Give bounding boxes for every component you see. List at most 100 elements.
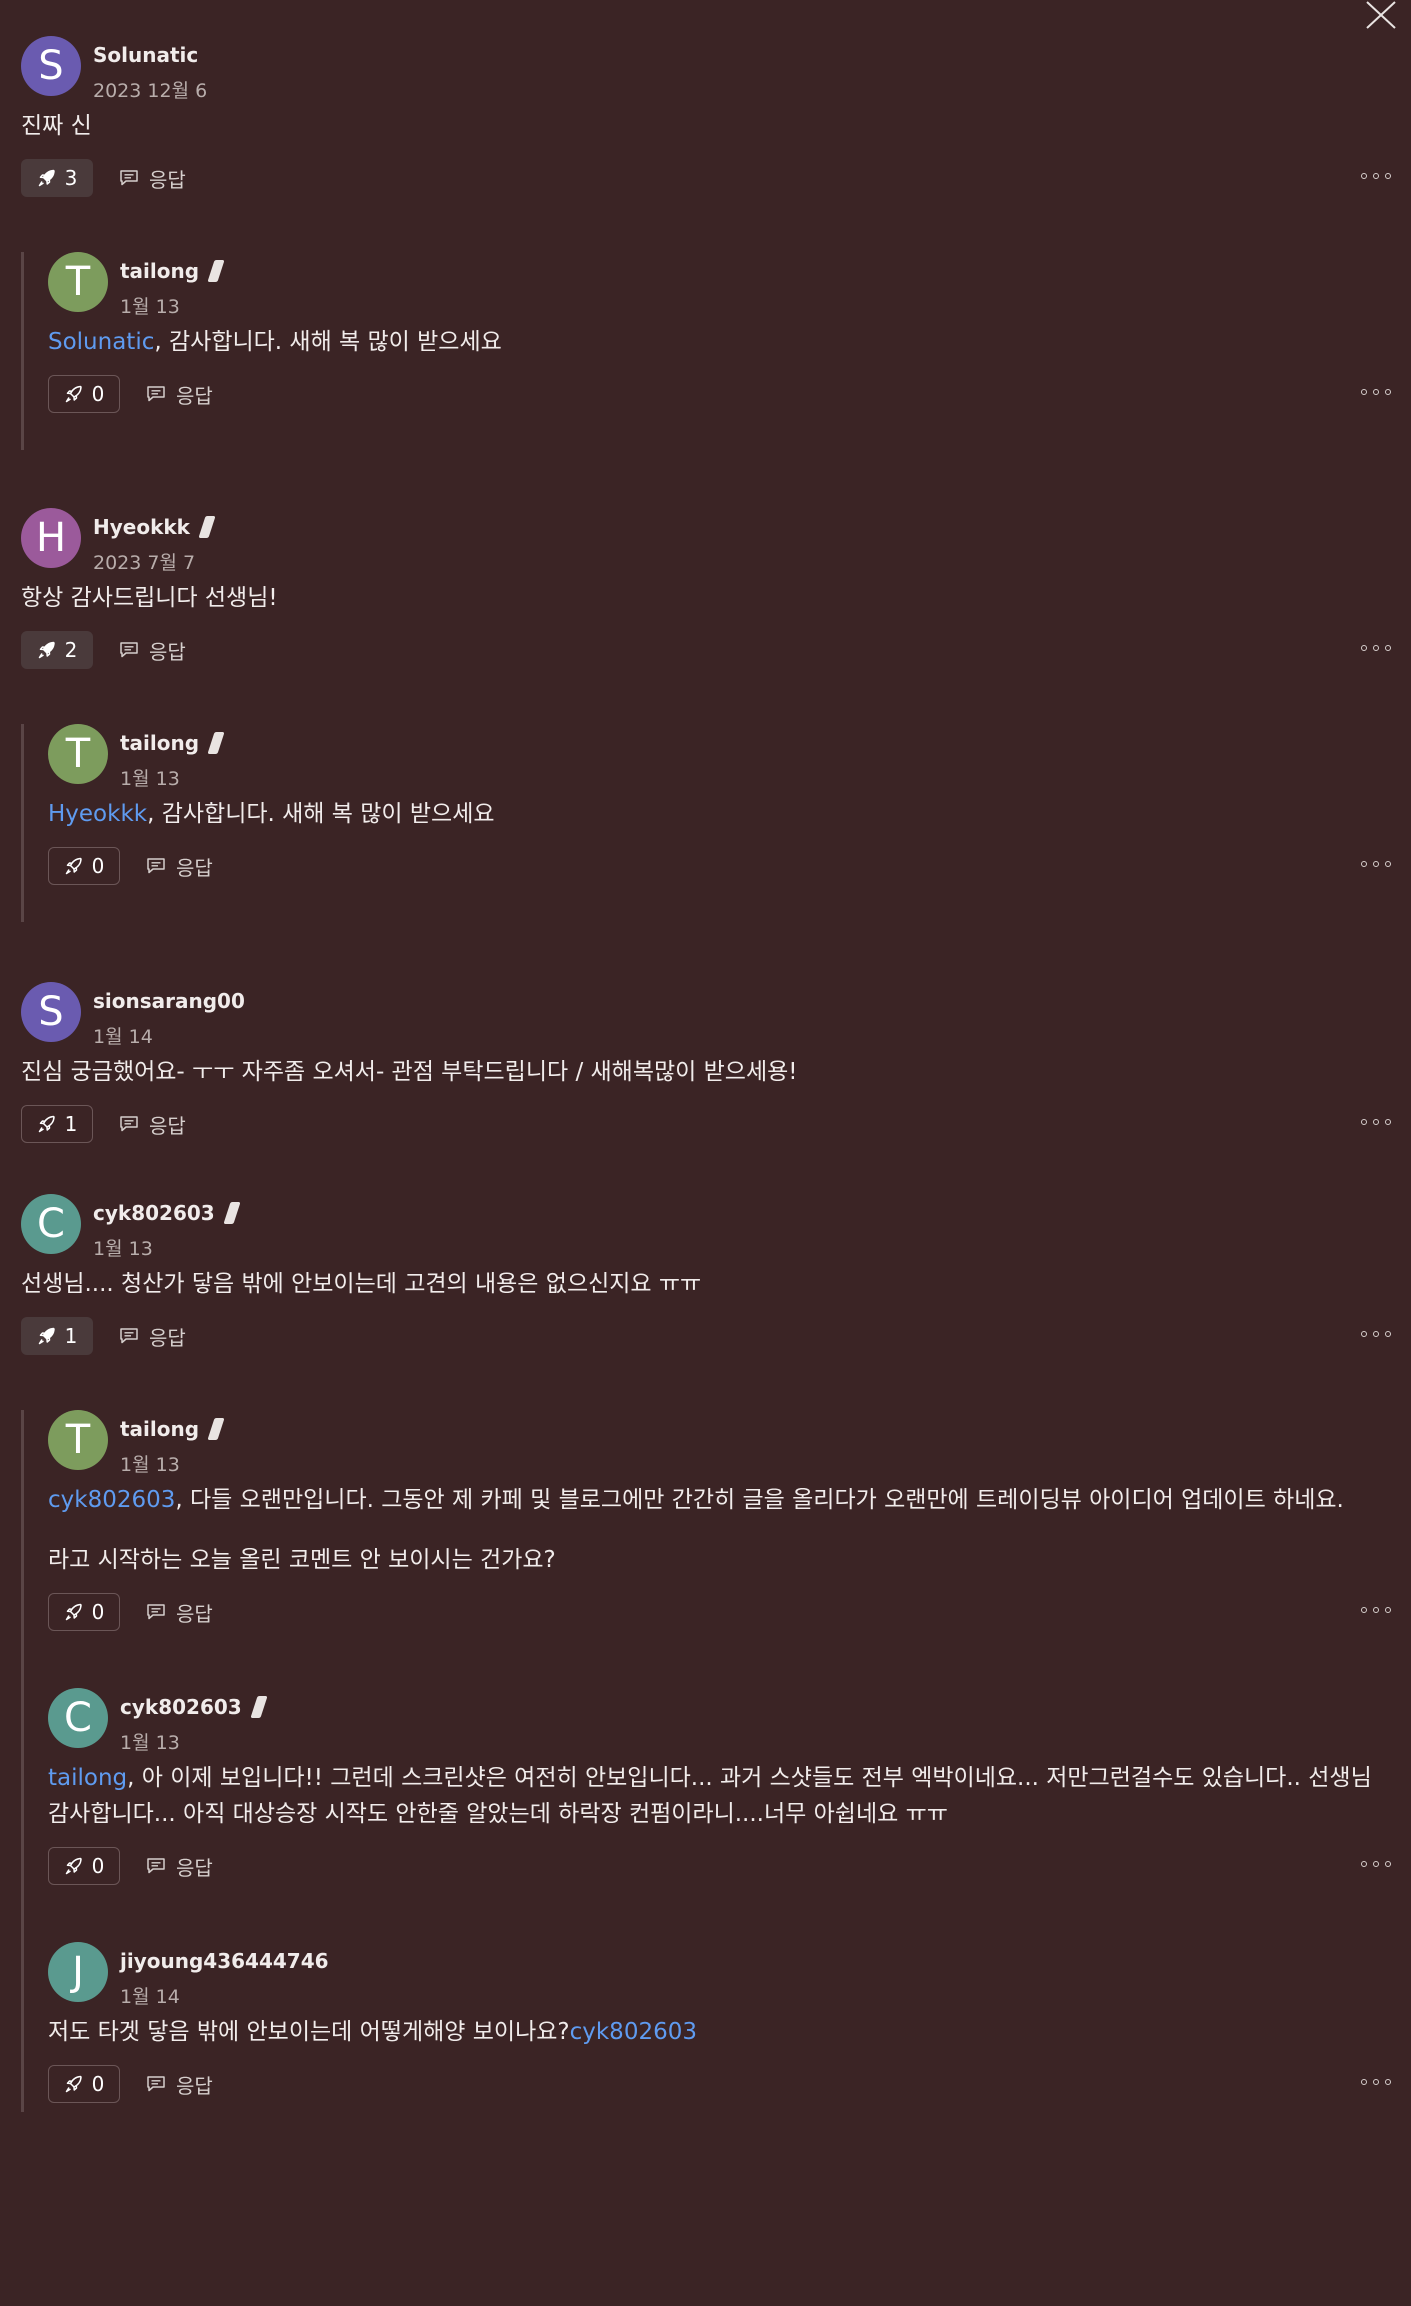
reply-thread: Ttailong 1월 13 cyk802603, 다들 오랜만입니다. 그동안 제… <box>21 1410 1391 2112</box>
avatar[interactable]: T <box>48 252 108 312</box>
speech-bubble-icon <box>120 170 138 186</box>
username[interactable]: tailong <box>120 259 199 283</box>
comment-header: Ttailong 1월 13 <box>48 1410 1391 1477</box>
user-badge-icon <box>250 1696 268 1718</box>
comment-body: 저도 타겟 닿음 밖에 안보이는데 어떻게해양 보이나요? <box>48 2019 570 2045</box>
boost-button[interactable]: 2 <box>21 631 93 669</box>
reply-button[interactable]: 응답 <box>119 164 186 193</box>
avatar[interactable]: C <box>21 1194 81 1254</box>
more-options-icon[interactable] <box>1361 2070 1391 2094</box>
boost-button[interactable]: 0 <box>48 1847 120 1885</box>
more-options-icon[interactable] <box>1361 852 1391 876</box>
avatar[interactable]: S <box>21 982 81 1042</box>
speech-bubble-icon <box>147 2076 165 2092</box>
comment-meta: tailong 1월 13 <box>120 1410 225 1477</box>
reply-button[interactable]: 응답 <box>119 1110 186 1139</box>
username[interactable]: tailong <box>120 731 199 755</box>
reply-button[interactable]: 응답 <box>119 1322 186 1351</box>
username[interactable]: Hyeokkk <box>93 515 190 539</box>
rocket-icon <box>65 1857 82 1875</box>
comment-meta: jiyoung436444746 1월 14 <box>120 1942 329 2009</box>
username[interactable]: tailong <box>120 1417 199 1441</box>
speech-bubble-icon <box>120 1328 138 1344</box>
reply-button[interactable]: 응답 <box>119 636 186 665</box>
more-options-icon[interactable] <box>1361 164 1391 188</box>
avatar[interactable]: T <box>48 724 108 784</box>
comment-meta: tailong 1월 13 <box>120 252 225 319</box>
username-row: cyk802603 <box>120 1694 268 1720</box>
username[interactable]: Solunatic <box>93 43 198 67</box>
more-options-icon[interactable] <box>1361 1852 1391 1876</box>
rocket-icon <box>65 2075 82 2093</box>
rocket-icon <box>38 1115 55 1133</box>
mention-link[interactable]: cyk802603 <box>48 1487 175 1513</box>
more-options-icon[interactable] <box>1361 1322 1391 1346</box>
boost-button[interactable]: 0 <box>48 2065 120 2103</box>
reply-button[interactable]: 응답 <box>146 2070 213 2099</box>
avatar[interactable]: J <box>48 1942 108 2002</box>
boost-button[interactable]: 1 <box>21 1105 93 1143</box>
boost-button[interactable]: 0 <box>48 1593 120 1631</box>
reply-button[interactable]: 응답 <box>146 1852 213 1881</box>
boost-count: 3 <box>64 166 78 190</box>
close-icon[interactable] <box>1359 0 1399 36</box>
comment-text: 선생님.... 청산가 닿음 밖에 안보이는데 고견의 내용은 없으신지요 ㅠㅠ <box>21 1266 1391 1302</box>
more-options-icon[interactable] <box>1361 636 1391 660</box>
comment-body: , 감사합니다. 새해 복 많이 받으세요 <box>147 801 495 827</box>
username[interactable]: cyk802603 <box>93 1201 215 1225</box>
more-options-icon[interactable] <box>1361 380 1391 404</box>
username-row: tailong <box>120 1416 225 1442</box>
comment-date: 1월 13 <box>120 296 180 318</box>
mention-link[interactable]: Hyeokkk <box>48 801 147 827</box>
username[interactable]: cyk802603 <box>120 1695 242 1719</box>
reply-button[interactable]: 응답 <box>146 380 213 409</box>
reply-label: 응답 <box>176 1601 213 1626</box>
comment-actions: 0 응답 <box>48 374 1391 414</box>
username-row: tailong <box>120 258 225 284</box>
reply-label: 응답 <box>149 1325 186 1350</box>
speech-bubble-icon <box>147 858 165 874</box>
comment-actions: 0 응답 <box>48 1592 1391 1632</box>
username[interactable]: sionsarang00 <box>93 989 245 1013</box>
speech-bubble-icon <box>147 1858 165 1874</box>
comment-text-paragraph: 라고 시작하는 오늘 올린 코멘트 안 보이시는 건가요? <box>48 1547 556 1573</box>
boost-button[interactable]: 1 <box>21 1317 93 1355</box>
comment-meta: sionsarang00 1월 14 <box>93 982 245 1049</box>
comment-actions: 3 응답 <box>21 158 1391 198</box>
avatar[interactable]: T <box>48 1410 108 1470</box>
comment-text: 진심 궁금했어요- ㅜㅜ 자주좀 오셔서- 관점 부탁드립니다 / 새해복많이 … <box>21 1054 1391 1090</box>
comment-header: Ccyk802603 1월 13 <box>48 1688 1391 1754</box>
boost-button[interactable]: 3 <box>21 159 93 197</box>
rocket-icon <box>38 641 55 659</box>
mention-link[interactable]: cyk802603 <box>570 2019 697 2045</box>
reply-comment: Ttailong 1월 13 cyk802603, 다들 오랜만입니다. 그동안 제… <box>48 1410 1391 1632</box>
close-button[interactable] <box>1359 0 1399 36</box>
mention-link[interactable]: Solunatic <box>48 329 154 355</box>
avatar[interactable]: S <box>21 36 81 96</box>
reply-comment: Ttailong 1월 13 Hyeokkk, 감사합니다. 새해 복 많이 받으세… <box>48 724 1391 886</box>
comment-body: 선생님.... 청산가 닿음 밖에 안보이는데 고견의 내용은 없으신지요 ㅠㅠ <box>21 1271 702 1297</box>
reply-label: 응답 <box>149 639 186 664</box>
comment-header: S Solunatic 2023 12월 6 <box>21 36 1391 102</box>
reply-button[interactable]: 응답 <box>146 852 213 881</box>
boost-count: 2 <box>64 638 78 662</box>
username[interactable]: jiyoung436444746 <box>120 1949 329 1973</box>
boost-count: 1 <box>64 1112 78 1136</box>
more-options-icon[interactable] <box>1361 1598 1391 1622</box>
avatar[interactable]: C <box>48 1688 108 1748</box>
comment: Ssionsarang00 1월 14 진심 궁금했어요- ㅜㅜ 자주좀 오셔서- … <box>21 982 1391 1144</box>
comment-header: H Hyeokkk 2023 7월 7 <box>21 508 1391 574</box>
comment-text: 진짜 신 <box>21 108 1391 144</box>
user-badge-icon <box>223 1202 241 1224</box>
reply-thread: Ttailong 1월 13 Hyeokkk, 감사합니다. 새해 복 많이 받으세… <box>21 724 1391 922</box>
boost-count: 0 <box>91 1600 105 1624</box>
more-options-icon[interactable] <box>1361 1110 1391 1134</box>
comment-header: Ttailong 1월 13 <box>48 724 1391 790</box>
avatar[interactable]: H <box>21 508 81 568</box>
boost-button[interactable]: 0 <box>48 847 120 885</box>
mention-link[interactable]: tailong <box>48 1765 127 1791</box>
rocket-icon <box>38 1327 55 1345</box>
boost-button[interactable]: 0 <box>48 375 120 413</box>
comment-body: , 아 이제 보입니다!! 그런데 스크린샷은 여전히 안보입니다... 과거 … <box>48 1765 1372 1827</box>
reply-button[interactable]: 응답 <box>146 1598 213 1627</box>
